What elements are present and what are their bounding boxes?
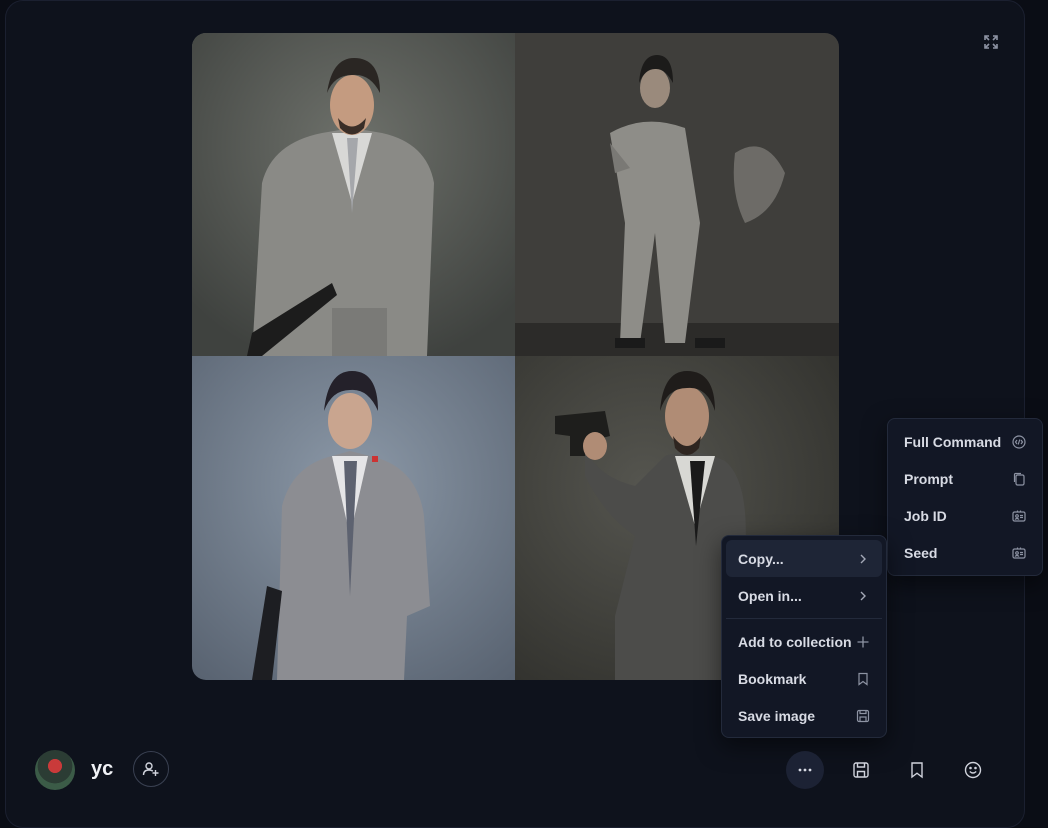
menu-item-label: Save image xyxy=(738,707,816,724)
save-icon xyxy=(853,762,869,778)
plus-icon xyxy=(856,635,870,649)
copy-icon xyxy=(1012,472,1026,486)
menu-item-add-to-collection[interactable]: Add to collection xyxy=(726,623,882,660)
menu-item-seed[interactable]: Seed xyxy=(892,534,1038,571)
image-tile-1[interactable] xyxy=(192,33,515,356)
avatar[interactable] xyxy=(35,750,75,790)
more-options-button[interactable] xyxy=(786,751,824,789)
image-tile-2[interactable] xyxy=(515,33,839,356)
menu-item-label: Seed xyxy=(904,544,938,561)
menu-item-copy[interactable]: Copy... xyxy=(726,540,882,577)
menu-item-label: Copy... xyxy=(738,550,784,567)
add-user-icon xyxy=(142,762,159,776)
expand-icon xyxy=(984,35,998,49)
menu-item-label: Open in... xyxy=(738,587,802,604)
menu-item-label: Full Command xyxy=(904,433,1002,450)
code-icon xyxy=(1012,434,1026,449)
menu-item-bookmark[interactable]: Bookmark xyxy=(726,660,882,697)
bookmark-icon xyxy=(856,672,870,686)
menu-item-open-in[interactable]: Open in... xyxy=(726,577,882,614)
chevron-right-icon xyxy=(856,552,870,566)
follow-user-button[interactable] xyxy=(133,751,169,787)
save-image-button[interactable] xyxy=(842,751,880,789)
menu-item-prompt[interactable]: Prompt xyxy=(892,460,1038,497)
emoji-icon xyxy=(964,761,982,779)
menu-item-label: Bookmark xyxy=(738,670,807,687)
menu-item-label: Add to collection xyxy=(738,633,852,650)
username[interactable]: yc xyxy=(91,758,113,781)
react-button[interactable] xyxy=(954,751,992,789)
save-icon xyxy=(856,709,870,723)
chevron-right-icon xyxy=(856,589,870,603)
bottom-bar: yc xyxy=(0,745,1048,795)
menu-item-label: Prompt xyxy=(904,470,953,487)
id-card-icon xyxy=(1012,509,1026,523)
copy-submenu: Full Command Prompt Job ID Seed xyxy=(887,418,1043,576)
menu-item-label: Job ID xyxy=(904,507,947,524)
actions-menu: Copy... Open in... Add to collection Boo… xyxy=(721,535,887,738)
more-icon xyxy=(798,768,812,772)
menu-item-save-image[interactable]: Save image xyxy=(726,697,882,734)
bookmark-button[interactable] xyxy=(898,751,936,789)
menu-item-job-id[interactable]: Job ID xyxy=(892,497,1038,534)
id-card-icon xyxy=(1012,546,1026,560)
menu-item-full-command[interactable]: Full Command xyxy=(892,423,1038,460)
bookmark-icon xyxy=(911,762,923,779)
expand-button[interactable] xyxy=(978,29,1004,55)
menu-divider xyxy=(726,618,882,619)
image-tile-3[interactable] xyxy=(192,356,515,680)
